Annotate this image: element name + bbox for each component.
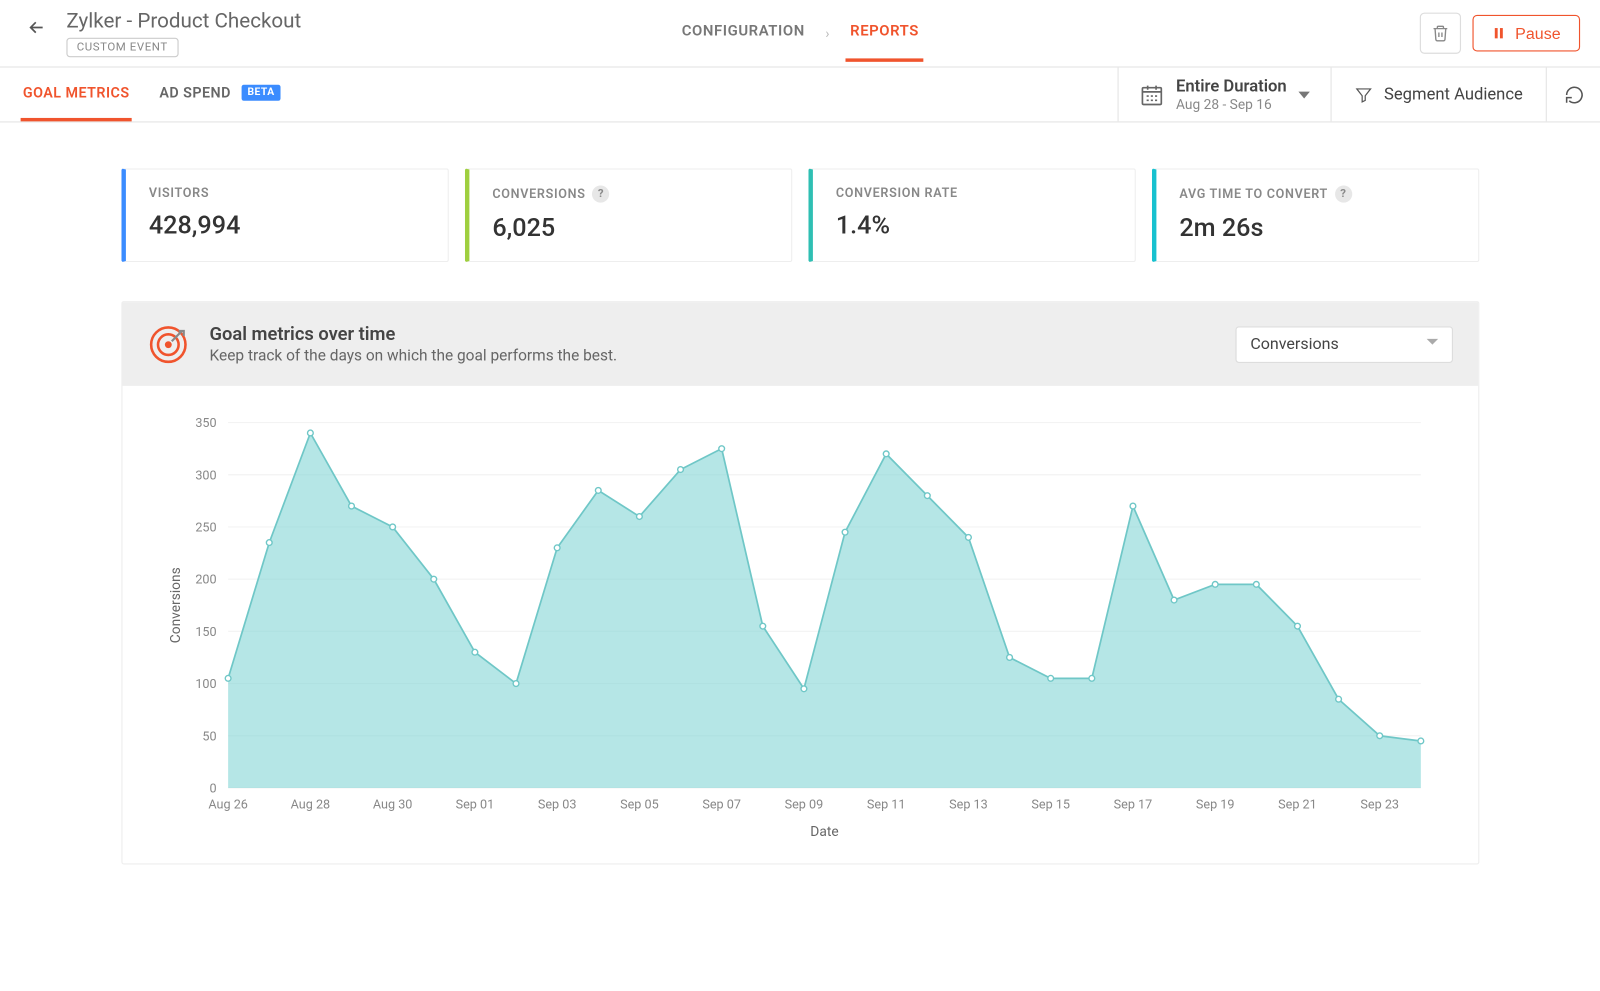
chart-panel-header: Goal metrics over time Keep track of the…: [123, 302, 1479, 386]
chart: 0 50 100 150 200 250 300 350 Aug 26 Aug 28 Aug 30 S…: [157, 409, 1444, 846]
svg-text:Sep 21: Sep 21: [1278, 798, 1317, 813]
kpi-visitors: VISITORS 428,994: [121, 168, 448, 262]
svg-text:Sep 17: Sep 17: [1114, 798, 1153, 813]
caret-down-icon: [1298, 89, 1309, 100]
svg-text:Date: Date: [810, 824, 838, 840]
custom-event-badge: CUSTOM EVENT: [66, 38, 178, 57]
svg-text:Sep 15: Sep 15: [1031, 798, 1070, 813]
pause-button[interactable]: Pause: [1473, 15, 1580, 52]
top-bar: Zylker - Product Checkout CUSTOM EVENT C…: [0, 0, 1600, 68]
sub-nav: GOAL METRICS AD SPEND BETA Entire Durati…: [0, 68, 1600, 123]
refresh-button[interactable]: [1546, 68, 1600, 122]
refresh-icon: [1563, 84, 1584, 105]
filter-icon: [1354, 85, 1372, 103]
kpi-conversions: CONVERSIONS? 6,025: [465, 168, 792, 262]
kpi-conversions-value: 6,025: [492, 214, 768, 243]
target-icon: [148, 323, 189, 364]
subtab-ad-spend-label: AD SPEND: [159, 84, 231, 101]
svg-text:250: 250: [195, 521, 216, 536]
segment-audience-button[interactable]: Segment Audience: [1330, 68, 1546, 122]
kpi-avg-time-value: 2m 26s: [1179, 214, 1455, 243]
svg-text:0: 0: [210, 782, 217, 797]
date-range-value: Aug 28 - Sep 16: [1176, 96, 1287, 112]
svg-text:100: 100: [195, 677, 216, 692]
svg-text:350: 350: [195, 416, 216, 431]
svg-text:Sep 01: Sep 01: [456, 798, 495, 813]
svg-text:Sep 13: Sep 13: [949, 798, 988, 813]
segment-label: Segment Audience: [1384, 85, 1523, 104]
arrow-left-icon: [26, 17, 47, 38]
svg-text:300: 300: [195, 468, 216, 483]
chevron-right-icon: ›: [825, 25, 829, 41]
trash-icon: [1432, 24, 1450, 42]
kpi-avg-time: AVG TIME TO CONVERT? 2m 26s: [1152, 168, 1479, 262]
kpi-conversions-label: CONVERSIONS: [492, 187, 585, 202]
svg-text:200: 200: [195, 573, 216, 588]
chart-panel: Goal metrics over time Keep track of the…: [121, 301, 1479, 865]
svg-text:Sep 09: Sep 09: [785, 798, 824, 813]
pause-button-label: Pause: [1515, 24, 1560, 42]
svg-text:150: 150: [195, 625, 216, 640]
svg-text:Sep 05: Sep 05: [620, 798, 659, 813]
kpi-visitors-label: VISITORS: [149, 185, 209, 200]
pause-icon: [1492, 26, 1506, 40]
date-range-title: Entire Duration: [1176, 77, 1287, 96]
svg-text:Sep 19: Sep 19: [1196, 798, 1235, 813]
svg-text:50: 50: [202, 729, 216, 744]
back-button[interactable]: [21, 11, 53, 43]
tab-configuration[interactable]: CONFIGURATION: [677, 5, 809, 62]
svg-text:Sep 11: Sep 11: [867, 798, 906, 813]
delete-button[interactable]: [1420, 13, 1461, 54]
metric-select[interactable]: Conversions: [1235, 326, 1453, 363]
svg-text:Aug 26: Aug 26: [208, 798, 248, 813]
content-area: VISITORS 428,994 CONVERSIONS? 6,025 CONV…: [0, 123, 1600, 888]
date-range-picker[interactable]: Entire Duration Aug 28 - Sep 16: [1118, 68, 1331, 122]
svg-text:Sep 23: Sep 23: [1360, 798, 1399, 813]
metric-select-value: Conversions: [1250, 335, 1338, 353]
subtab-goal-metrics[interactable]: GOAL METRICS: [21, 68, 132, 121]
svg-text:Aug 28: Aug 28: [291, 798, 331, 813]
tab-reports[interactable]: REPORTS: [846, 5, 924, 62]
kpi-conversion-rate-value: 1.4%: [836, 212, 1112, 241]
kpi-avg-time-label: AVG TIME TO CONVERT: [1179, 187, 1328, 202]
svg-text:Sep 07: Sep 07: [702, 798, 741, 813]
kpi-row: VISITORS 428,994 CONVERSIONS? 6,025 CONV…: [121, 168, 1479, 262]
help-icon[interactable]: ?: [1335, 185, 1352, 202]
svg-text:Conversions: Conversions: [168, 567, 184, 643]
subtab-ad-spend[interactable]: AD SPEND BETA: [157, 68, 283, 121]
calendar-icon: [1139, 82, 1164, 107]
svg-text:Aug 30: Aug 30: [373, 798, 413, 813]
chart-panel-subtitle: Keep track of the days on which the goal…: [210, 347, 618, 365]
kpi-conversion-rate-label: CONVERSION RATE: [836, 185, 958, 200]
kpi-visitors-value: 428,994: [149, 212, 425, 241]
beta-badge: BETA: [242, 85, 281, 101]
chart-panel-title: Goal metrics over time: [210, 323, 618, 345]
kpi-conversion-rate: CONVERSION RATE 1.4%: [808, 168, 1135, 262]
help-icon[interactable]: ?: [592, 185, 609, 202]
page-title: Zylker - Product Checkout: [66, 9, 301, 33]
svg-text:Sep 03: Sep 03: [538, 798, 577, 813]
